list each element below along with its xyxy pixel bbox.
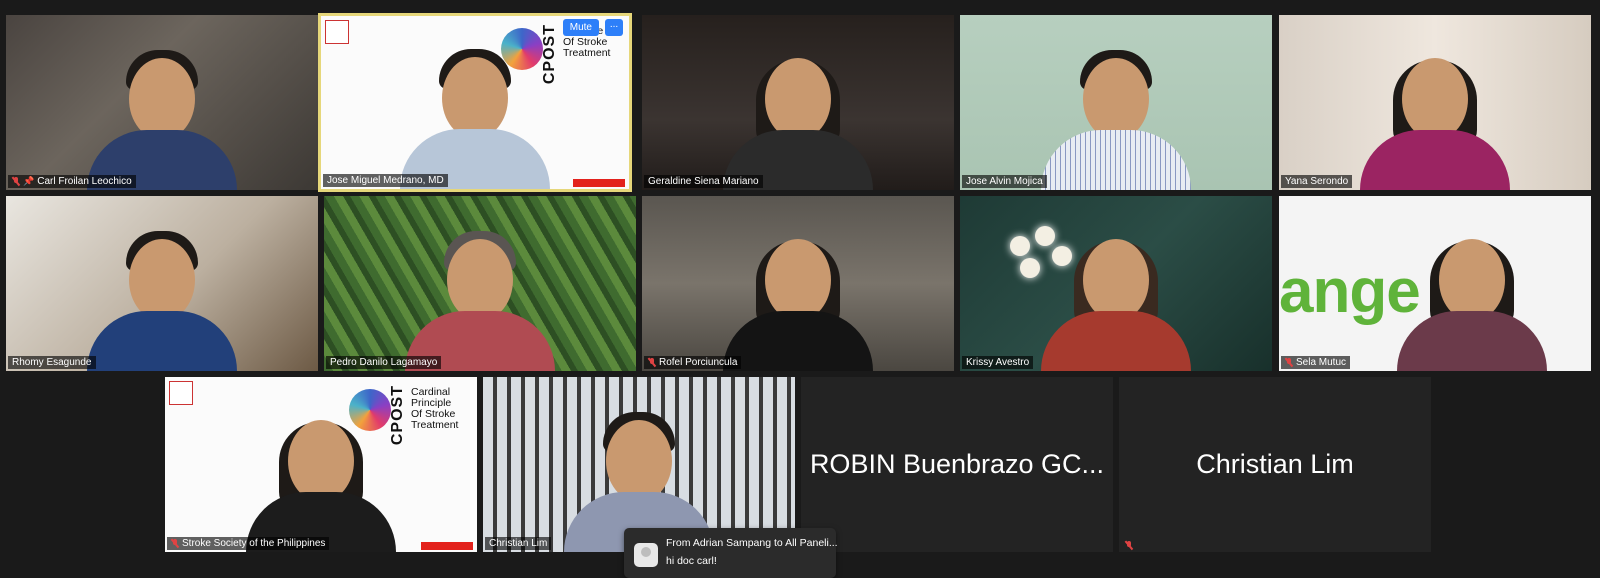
participant-name: Carl Froilan Leochico <box>37 176 132 187</box>
participant-name-tag: Jose Miguel Medrano, MD <box>323 174 448 187</box>
sender-avatar-icon <box>634 543 658 567</box>
mic-muted-icon <box>1285 358 1293 367</box>
participant-name: Rhomy Esagunde <box>12 357 92 368</box>
participant-name-tag: Stroke Society of the Philippines <box>167 537 330 550</box>
participant-tile[interactable]: Pedro Danilo Lagamayo <box>324 196 636 371</box>
mute-button[interactable]: Mute <box>562 19 599 36</box>
participant-name-tag: Rhomy Esagunde <box>8 356 96 369</box>
person-figure <box>400 34 550 189</box>
participant-video <box>960 15 1272 190</box>
participant-name-tag: Yana Serondo <box>1281 175 1353 188</box>
mic-muted-icon <box>1125 541 1133 550</box>
mic-muted-icon <box>12 177 20 186</box>
participant-name-tag: Pedro Danilo Lagamayo <box>326 356 442 369</box>
participant-name-tag: Sela Mutuc <box>1281 356 1351 369</box>
participant-video: CPOST Principle Of Stroke Treatment <box>321 16 629 189</box>
participant-display-name: Christian Lim <box>1196 449 1354 479</box>
participant-tile[interactable]: Geraldine Siena Mariano <box>642 15 954 190</box>
participant-tile[interactable]: Krissy Avestro <box>960 196 1272 371</box>
person-figure <box>723 35 873 190</box>
participant-tile[interactable]: Rhomy Esagunde <box>6 196 318 371</box>
person-figure <box>1397 216 1548 371</box>
person-figure <box>1041 216 1191 371</box>
participant-name: Yana Serondo <box>1285 176 1349 187</box>
participant-video <box>483 377 795 552</box>
participant-video <box>960 196 1272 371</box>
mic-muted-icon <box>648 358 656 367</box>
chat-notification[interactable]: From Adrian Sampang to All Paneli... hi … <box>624 528 838 578</box>
participant-video: CPOST Cardinal Principle Of Stroke Treat… <box>165 377 477 552</box>
participant-tile-active-speaker[interactable]: CPOST Principle Of Stroke Treatment Mute… <box>318 13 632 192</box>
participant-name: Christian Lim <box>489 538 548 549</box>
logo-text: Cardinal Principle Of Stroke Treatment <box>411 386 459 431</box>
participant-name: Stroke Society of the Philippines <box>182 538 326 549</box>
participant-video <box>6 196 318 371</box>
participant-video <box>1279 15 1591 190</box>
logo-red-bar <box>573 179 625 187</box>
participant-tile[interactable]: Jose Alvin Mojica <box>960 15 1272 190</box>
participant-name: Jose Miguel Medrano, MD <box>327 175 444 186</box>
person-figure <box>87 35 237 190</box>
society-logo <box>169 381 193 405</box>
participant-tile[interactable]: CPOST Cardinal Principle Of Stroke Treat… <box>165 377 477 552</box>
participant-tile[interactable]: Christian Lim <box>483 377 795 552</box>
person-figure <box>723 216 873 371</box>
participant-name-tag: Jose Alvin Mojica <box>962 175 1047 188</box>
participant-name: Krissy Avestro <box>966 357 1030 368</box>
participant-video <box>6 15 318 190</box>
person-figure <box>1041 35 1191 190</box>
mic-muted-icon <box>171 539 179 548</box>
participant-video <box>324 196 636 371</box>
participant-name-tag: Christian Lim <box>485 537 552 550</box>
participant-name-tag: 📌 Carl Froilan Leochico <box>8 175 136 188</box>
person-figure <box>246 397 396 552</box>
participant-display-name: ROBIN Buenbrazo GC... <box>809 449 1105 479</box>
participant-name-tag: Geraldine Siena Mariano <box>644 175 763 188</box>
participant-name: Pedro Danilo Lagamayo <box>330 357 438 368</box>
participant-video <box>642 196 954 371</box>
participant-name: Rofel Porciuncula <box>659 357 738 368</box>
chat-message: hi doc carl! <box>666 555 717 567</box>
participant-name: Sela Mutuc <box>1296 357 1347 368</box>
participant-tile[interactable]: 📌 Carl Froilan Leochico <box>6 15 318 190</box>
person-figure <box>1360 35 1510 190</box>
person-figure <box>405 216 555 371</box>
chat-sender: From Adrian Sampang to All Paneli... <box>666 537 838 549</box>
participant-video <box>642 15 954 190</box>
logo-red-bar <box>421 542 473 550</box>
participant-name: Geraldine Siena Mariano <box>648 176 759 187</box>
society-logo <box>325 20 349 44</box>
participant-video: ange <box>1279 196 1591 371</box>
participant-name: Jose Alvin Mojica <box>966 176 1043 187</box>
participant-name-tag <box>1121 541 1137 550</box>
participant-tile[interactable]: Rofel Porciuncula <box>642 196 954 371</box>
participant-name-tag: Rofel Porciuncula <box>644 356 742 369</box>
participant-tile-video-off[interactable]: ROBIN Buenbrazo GC... <box>801 377 1113 552</box>
more-options-button[interactable]: ... <box>605 19 623 36</box>
participant-tile-video-off[interactable]: Christian Lim <box>1119 377 1431 552</box>
person-figure <box>87 216 237 371</box>
participant-tile[interactable]: ange Sela Mutuc <box>1279 196 1591 371</box>
pin-icon: 📌 <box>23 176 35 186</box>
participant-tile[interactable]: Yana Serondo <box>1279 15 1591 190</box>
participant-name-tag: Krissy Avestro <box>962 356 1034 369</box>
